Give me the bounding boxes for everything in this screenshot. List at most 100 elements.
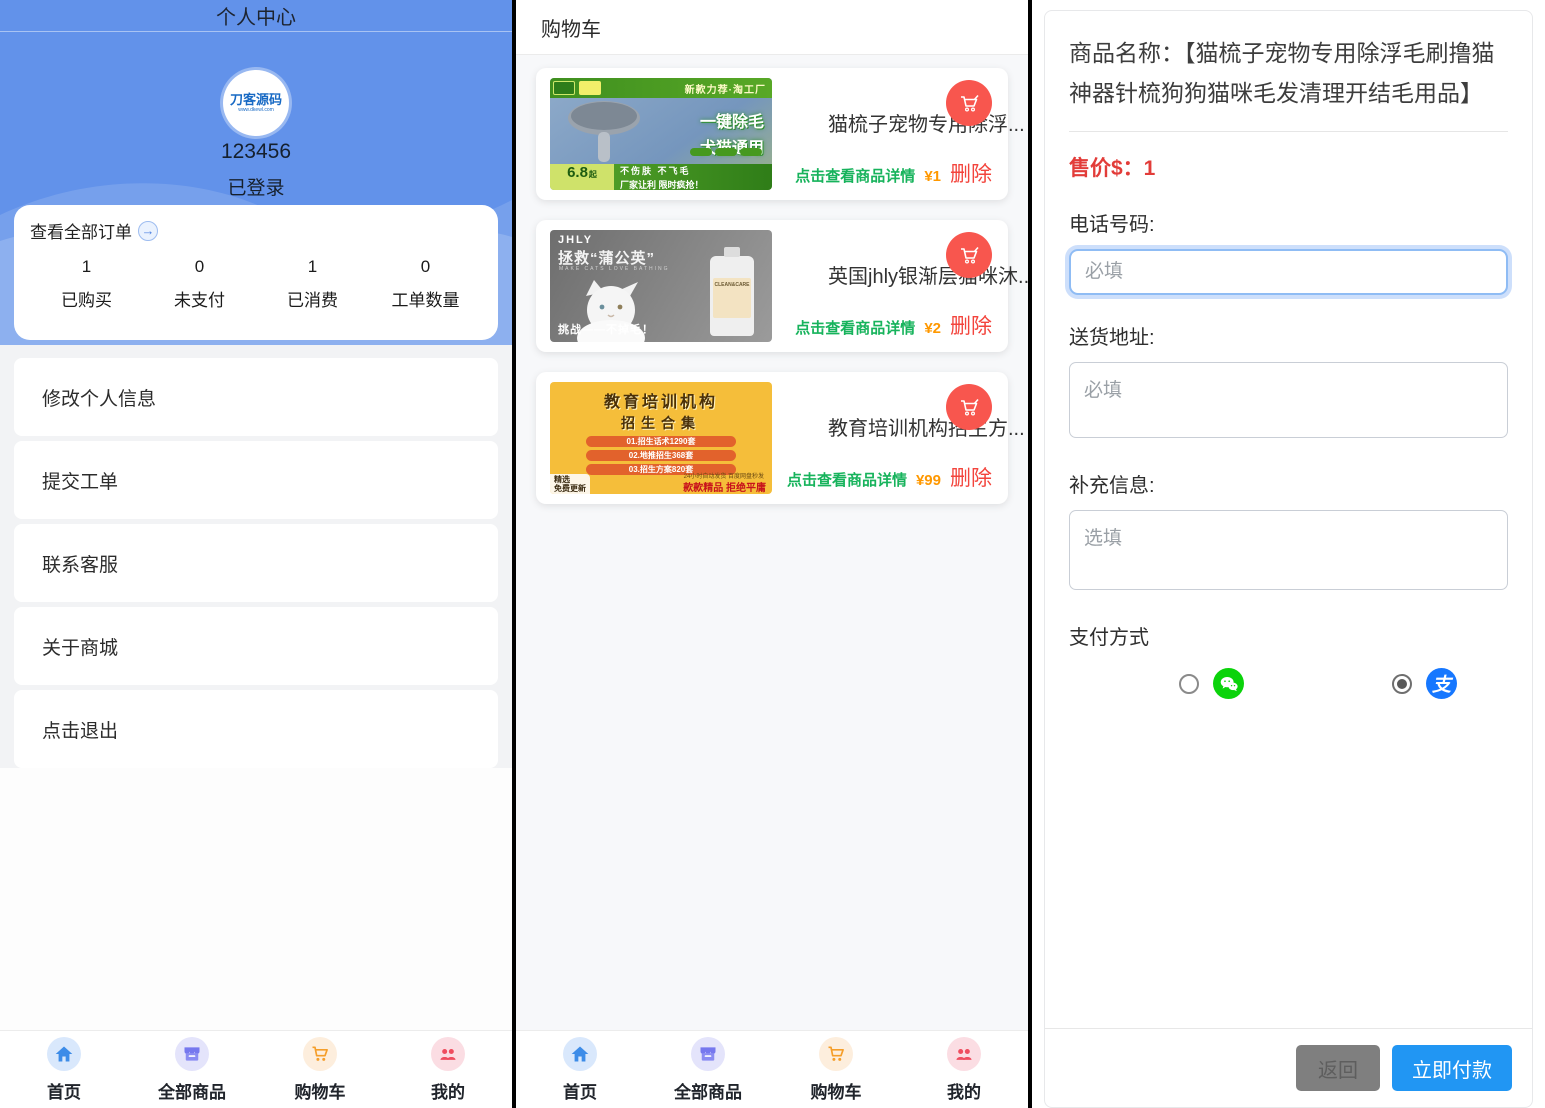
tab-label: 购物车 bbox=[295, 1078, 346, 1103]
stat-value: 1 bbox=[256, 257, 369, 277]
stat-label: 工单数量 bbox=[369, 286, 482, 311]
image-tag: 精选 免费更新 bbox=[550, 474, 590, 494]
tab-all-products[interactable]: 全部商品 bbox=[644, 1031, 772, 1108]
users-icon bbox=[947, 1037, 981, 1071]
arrow-right-icon: → bbox=[138, 221, 158, 241]
image-promo: 不伤肤 不飞毛 bbox=[620, 164, 772, 177]
view-all-orders-label: 查看全部订单 bbox=[30, 218, 132, 243]
extra-info-input[interactable] bbox=[1069, 510, 1508, 590]
wechat-radio[interactable] bbox=[1179, 674, 1199, 694]
phone-label: 电话号码: bbox=[1069, 208, 1508, 237]
stat-consumed: 1 已消费 bbox=[256, 257, 369, 311]
tab-mine[interactable]: 我的 bbox=[384, 1031, 512, 1108]
phone-input[interactable] bbox=[1069, 249, 1508, 295]
alipay-option[interactable]: 支 bbox=[1392, 668, 1457, 699]
menu-item-about-mall[interactable]: 关于商城 bbox=[14, 607, 498, 685]
view-detail-link[interactable]: 点击查看商品详情 bbox=[787, 469, 907, 490]
cart-item-education-pack[interactable]: 教育培训机构 招生合集 01.招生话术1290套 02.地推招生368套 03.… bbox=[536, 372, 1008, 504]
stat-purchased: 1 已购买 bbox=[30, 257, 143, 311]
divider bbox=[1069, 131, 1508, 132]
cart-item-title: 英国jhly银渐层猫咪沐... bbox=[828, 260, 1028, 289]
image-headline: 拯救“蒲公英” bbox=[558, 247, 655, 268]
order-form: 商品名称：【猫梳子宠物专用除浮毛刷撸猫神器针梳狗狗猫咪毛发清理开结毛用品】 售价… bbox=[1045, 11, 1532, 1028]
tab-cart[interactable]: 购物车 bbox=[256, 1031, 384, 1108]
image-list-bar: 01.招生话术1290套 bbox=[586, 436, 736, 447]
users-icon bbox=[431, 1037, 465, 1071]
home-icon bbox=[47, 1037, 81, 1071]
profile-menu: 修改个人信息 提交工单 联系客服 关于商城 点击退出 bbox=[0, 345, 512, 768]
profile-empty-area bbox=[0, 768, 512, 1030]
delete-button[interactable]: 删除 bbox=[950, 310, 992, 340]
tab-cart[interactable]: 购物车 bbox=[772, 1031, 900, 1108]
delete-button[interactable]: 删除 bbox=[950, 158, 992, 188]
tab-mine[interactable]: 我的 bbox=[900, 1031, 1028, 1108]
cart-badge-icon bbox=[946, 232, 992, 278]
order-card: 商品名称：【猫梳子宠物专用除浮毛刷撸猫神器针梳狗狗猫咪毛发清理开结毛用品】 售价… bbox=[1044, 10, 1533, 1108]
tab-label: 首页 bbox=[47, 1078, 81, 1103]
tab-label: 首页 bbox=[563, 1078, 597, 1103]
stat-value: 0 bbox=[143, 257, 256, 277]
image-header-text: 新款力荐·淘工厂 bbox=[685, 81, 766, 96]
price-text: 售价$：1 bbox=[1069, 152, 1508, 182]
cart-panel: 购物车 新款力荐·淘工厂 一键除毛 bbox=[516, 0, 1028, 1108]
tab-label: 我的 bbox=[431, 1078, 465, 1103]
order-panel: 商品名称：【猫梳子宠物专用除浮毛刷撸猫神器针梳狗狗猫咪毛发清理开结毛用品】 售价… bbox=[1032, 0, 1545, 1108]
view-detail-link[interactable]: 点击查看商品详情 bbox=[795, 165, 915, 186]
profile-title: 个人中心 bbox=[216, 1, 296, 30]
profile-titlebar: 个人中心 bbox=[0, 0, 512, 32]
tab-label: 全部商品 bbox=[158, 1078, 226, 1103]
delete-button[interactable]: 删除 bbox=[950, 462, 992, 492]
tab-label: 全部商品 bbox=[674, 1078, 742, 1103]
promo-badge bbox=[553, 81, 575, 95]
cart-badge-icon bbox=[946, 384, 992, 430]
profile-hero: 刀客源码 www.dkewl.com 123456 已登录 查看全部订单 → 1… bbox=[0, 32, 512, 345]
cart-item-price: ¥99 bbox=[916, 472, 941, 489]
view-detail-link[interactable]: 点击查看商品详情 bbox=[795, 317, 915, 338]
image-bottom-text: 挑战——不掉毛！ bbox=[558, 321, 654, 337]
alipay-radio[interactable] bbox=[1392, 674, 1412, 694]
address-input[interactable] bbox=[1069, 362, 1508, 438]
cart-item-pet-brush[interactable]: 新款力荐·淘工厂 一键除毛 犬猫通用 6.8起 bbox=[536, 68, 1008, 200]
cart-item-price: ¥2 bbox=[924, 320, 941, 337]
store-icon bbox=[691, 1037, 725, 1071]
stat-label: 未支付 bbox=[143, 286, 256, 311]
cart-titlebar: 购物车 bbox=[516, 0, 1028, 55]
address-label: 送货地址: bbox=[1069, 321, 1508, 350]
avatar[interactable]: 刀客源码 www.dkewl.com bbox=[223, 70, 289, 136]
view-all-orders-link[interactable]: 查看全部订单 → bbox=[30, 218, 482, 243]
pay-now-button[interactable]: 立即付款 bbox=[1392, 1045, 1512, 1091]
menu-item-contact-support[interactable]: 联系客服 bbox=[14, 524, 498, 602]
image-price: 6.8 bbox=[567, 164, 588, 181]
tab-home[interactable]: 首页 bbox=[0, 1031, 128, 1108]
image-red-text: 款款精品 拒绝平庸 bbox=[683, 479, 766, 494]
stat-label: 已消费 bbox=[256, 286, 369, 311]
image-headline: 教育培训机构 bbox=[550, 388, 772, 412]
tabbar: 首页 全部商品 购物车 我的 bbox=[516, 1030, 1028, 1108]
product-name: 商品名称：【猫梳子宠物专用除浮毛刷撸猫神器针梳狗狗猫咪毛发清理开结毛用品】 bbox=[1069, 33, 1508, 113]
menu-item-logout[interactable]: 点击退出 bbox=[14, 690, 498, 768]
wechat-pay-option[interactable] bbox=[1179, 668, 1244, 699]
avatar-logo-text: 刀客源码 bbox=[230, 93, 282, 107]
menu-item-edit-profile[interactable]: 修改个人信息 bbox=[14, 358, 498, 436]
back-button[interactable]: 返回 bbox=[1296, 1045, 1380, 1091]
stat-unpaid: 0 未支付 bbox=[143, 257, 256, 311]
stat-label: 已购买 bbox=[30, 286, 143, 311]
menu-item-submit-ticket[interactable]: 提交工单 bbox=[14, 441, 498, 519]
image-text: 一键除毛 bbox=[700, 108, 764, 132]
payment-options: 支 bbox=[1069, 668, 1508, 699]
image-list-bar: 02.地推招生368套 bbox=[586, 450, 736, 461]
menu-label: 点击退出 bbox=[42, 716, 118, 743]
cart-badge-icon bbox=[946, 80, 992, 126]
tab-home[interactable]: 首页 bbox=[516, 1031, 644, 1108]
stat-value: 1 bbox=[30, 257, 143, 277]
bottle-illustration: CLEAN&CARE bbox=[710, 256, 754, 336]
order-footer: 返回 立即付款 bbox=[1045, 1028, 1532, 1107]
image-price-suffix: 起 bbox=[589, 169, 597, 180]
cart-item-cat-shampoo[interactable]: JHLY 拯救“蒲公英” MAKE CATS LOVE BATHING CLEA… bbox=[536, 220, 1008, 352]
payment-method-label: 支付方式 bbox=[1069, 621, 1508, 650]
stat-value: 0 bbox=[369, 257, 482, 277]
image-promo: 厂家让利 限时疯抢！ bbox=[620, 178, 772, 191]
tab-all-products[interactable]: 全部商品 bbox=[128, 1031, 256, 1108]
cart-item-title: 猫梳子宠物专用除浮... bbox=[828, 108, 1025, 137]
wechat-icon bbox=[1213, 668, 1244, 699]
